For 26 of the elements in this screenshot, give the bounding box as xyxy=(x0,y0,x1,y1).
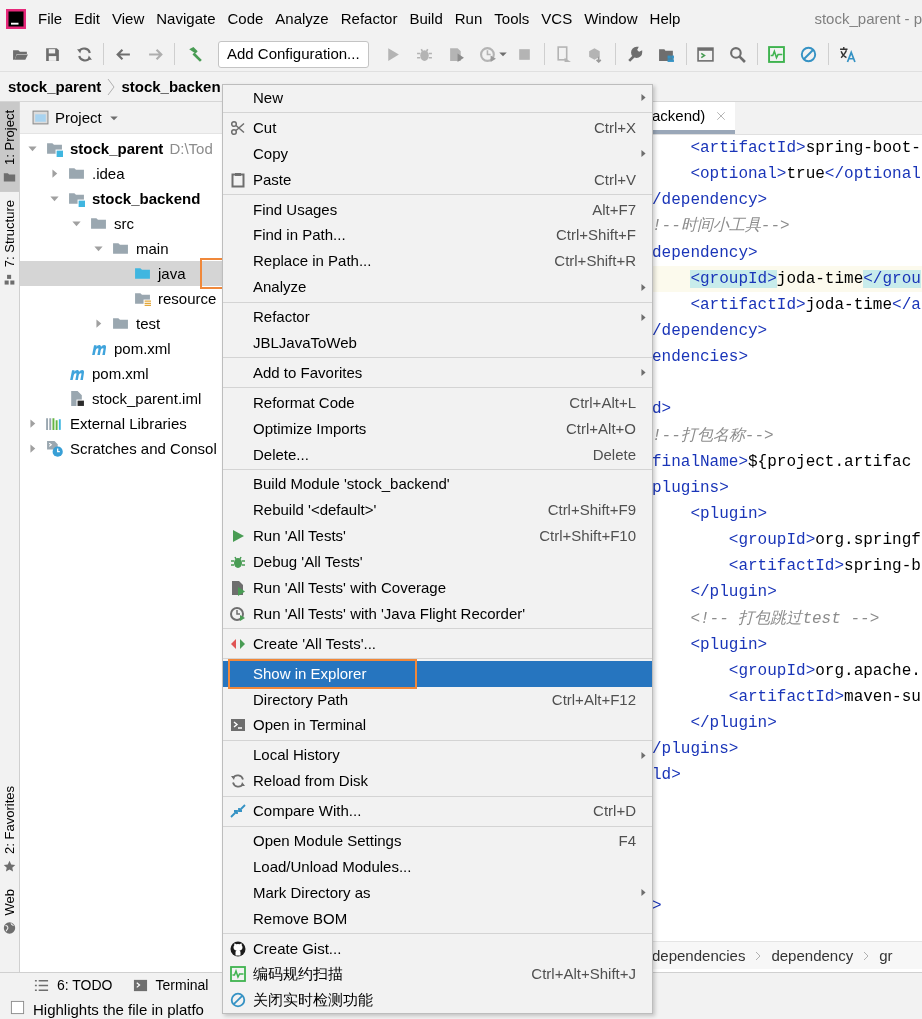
code-line: <groupId>org.apache. xyxy=(727,660,922,682)
code-line: !--打包名称--> xyxy=(652,425,775,447)
code-line: /dependency> xyxy=(652,190,769,212)
code-line: </plugin> xyxy=(689,582,778,604)
code-line: <plugin> xyxy=(689,634,769,656)
code-line: plugins> xyxy=(652,477,730,499)
code-line: <artifactId>spring-b xyxy=(727,556,922,578)
code-line: <artifactId>joda-time</a xyxy=(689,294,922,316)
code-line: <groupId>org.springf xyxy=(727,530,922,552)
window-title: stock_parent - p xyxy=(813,9,922,28)
code-line: <optional>true</optional xyxy=(689,164,922,186)
code-line: /plugins> xyxy=(652,739,740,761)
code-line: ld> xyxy=(652,765,682,787)
code-line: endencies> xyxy=(652,347,749,369)
status-text: Highlights the file in platfo xyxy=(33,1001,204,1019)
code-line: <artifactId>maven-su xyxy=(727,686,922,708)
code-line: <artifactId>spring-boot- xyxy=(689,138,922,159)
code-line: > xyxy=(652,896,663,918)
code-line: dependency> xyxy=(652,242,759,264)
code-line: finalName>${project.artifac xyxy=(652,451,913,473)
code-line: d> xyxy=(652,399,673,421)
code-line: <!-- 打包跳过test --> xyxy=(689,608,881,630)
code-line: /dependency> xyxy=(652,321,769,342)
code-line: </plugin> xyxy=(689,713,778,735)
code-line: <plugin> xyxy=(689,503,769,525)
code-line: !--时间小工具--> xyxy=(652,216,791,238)
